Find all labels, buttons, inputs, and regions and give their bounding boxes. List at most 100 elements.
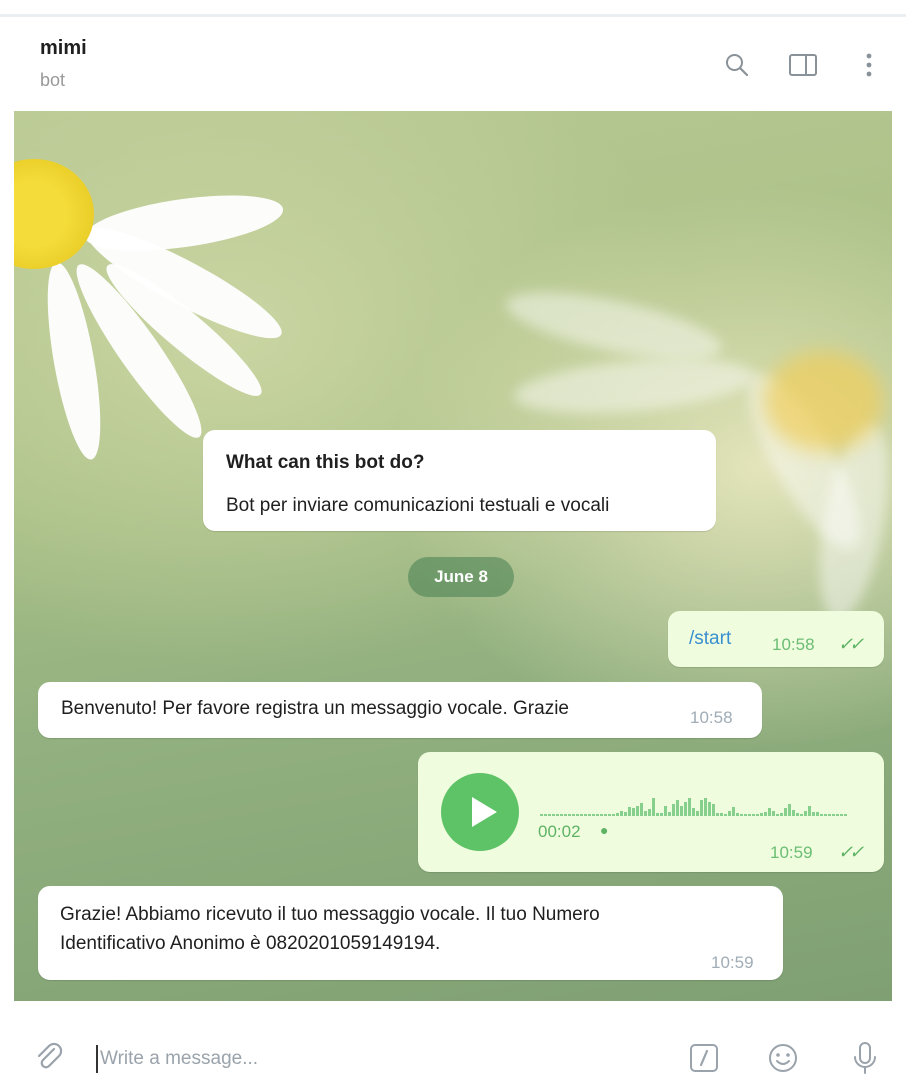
waveform-bar: [640, 803, 643, 816]
chat-subtitle: bot: [40, 70, 66, 90]
message-time: 10:59: [770, 843, 813, 862]
waveform-bar: [748, 814, 751, 816]
waveform-bar: [588, 814, 591, 816]
waveform-bar: [796, 813, 799, 816]
date-separator: June 8: [408, 557, 514, 597]
waveform-bar: [596, 814, 599, 816]
search-icon[interactable]: [722, 50, 752, 80]
waveform-bar: [584, 814, 587, 816]
waveform-bar: [760, 813, 763, 816]
message-text: Benvenuto! Per favore registra un messag…: [61, 698, 569, 719]
message-text-line: Grazie! Abbiamo ricevuto il tuo messaggi…: [60, 904, 600, 925]
bot-intro-card: What can this bot do? Bot per inviare co…: [203, 430, 716, 531]
waveform-bar: [692, 808, 695, 816]
waveform-bar: [704, 798, 707, 816]
waveform-bar: [772, 811, 775, 816]
waveform-bar: [712, 804, 715, 816]
read-checks-icon: ✓✓: [838, 634, 864, 654]
waveform-bar: [780, 813, 783, 816]
waveform-bar: [644, 811, 647, 816]
message-time: 10:58: [772, 635, 815, 654]
waveform-bar: [764, 812, 767, 816]
message-out[interactable]: /start 10:58 ✓✓: [668, 611, 884, 667]
play-button[interactable]: [441, 773, 519, 851]
waveform-bar: [844, 814, 847, 816]
waveform-bar: [632, 808, 635, 816]
waveform-bar: [612, 814, 615, 816]
waveform-bar: [820, 814, 823, 816]
waveform-bar: [744, 814, 747, 816]
waveform-bar: [600, 814, 603, 816]
message-in[interactable]: Benvenuto! Per favore registra un messag…: [38, 682, 762, 738]
waveform-bar: [836, 814, 839, 816]
waveform-bar: [812, 812, 815, 816]
play-icon: [472, 797, 497, 827]
waveform-bar: [628, 807, 631, 816]
waveform-bar: [676, 800, 679, 816]
waveform-bar: [732, 807, 735, 816]
waveform-bar: [716, 813, 719, 816]
waveform-bar: [652, 798, 655, 816]
waveform-bar: [696, 811, 699, 816]
waveform-bar: [840, 814, 843, 816]
waveform-bar: [656, 813, 659, 816]
paperclip-icon[interactable]: [32, 1040, 66, 1079]
blurred-petal: [512, 350, 756, 422]
waveform-bar: [824, 814, 827, 816]
waveform-bar: [804, 811, 807, 816]
waveform-bar: [576, 814, 579, 816]
waveform-bar: [572, 814, 575, 816]
waveform-bar: [700, 800, 703, 816]
waveform-bar: [580, 814, 583, 816]
waveform-bar: [684, 802, 687, 816]
waveform-bar: [540, 814, 543, 816]
waveform-bar: [728, 811, 731, 816]
unplayed-dot-icon: ●: [600, 822, 609, 838]
waveform-bar: [736, 813, 739, 816]
command-link[interactable]: /start: [689, 628, 731, 650]
waveform-bar: [828, 814, 831, 816]
waveform-bar: [604, 814, 607, 816]
voice-waveform[interactable]: [540, 786, 860, 816]
microphone-icon[interactable]: [850, 1040, 880, 1081]
chat-title[interactable]: mimi: [40, 37, 87, 60]
waveform-bar: [788, 804, 791, 816]
waveform-bar: [592, 814, 595, 816]
slash-command-icon[interactable]: [688, 1042, 720, 1079]
waveform-bar: [752, 814, 755, 816]
voice-duration: 00:02: [538, 822, 581, 841]
waveform-bar: [544, 814, 547, 816]
waveform-bar: [740, 814, 743, 816]
waveform-bar: [832, 814, 835, 816]
read-checks-icon: ✓✓: [838, 842, 864, 862]
waveform-bar: [708, 802, 711, 816]
message-text-line: Identificativo Anonimo è 082020105914919…: [60, 933, 441, 954]
waveform-bar: [616, 813, 619, 816]
blurred-daisy-center: [764, 351, 884, 451]
waveform-bar: [552, 814, 555, 816]
intro-heading: What can this bot do?: [226, 452, 425, 473]
waveform-bar: [768, 808, 771, 816]
waveform-bar: [680, 806, 683, 816]
waveform-bar: [664, 806, 667, 816]
waveform-bar: [648, 809, 651, 816]
waveform-bar: [660, 813, 663, 816]
waveform-bar: [672, 804, 675, 816]
sidebar-toggle-icon[interactable]: [788, 50, 818, 80]
waveform-bar: [688, 798, 691, 816]
waveform-bar: [564, 814, 567, 816]
waveform-bar: [636, 806, 639, 816]
waveform-bar: [724, 814, 727, 816]
waveform-bar: [608, 814, 611, 816]
waveform-bar: [756, 814, 759, 816]
message-in[interactable]: Grazie! Abbiamo ricevuto il tuo messaggi…: [38, 886, 783, 980]
waveform-bar: [808, 806, 811, 816]
waveform-bar: [624, 812, 627, 816]
waveform-bar: [668, 812, 671, 816]
emoji-icon[interactable]: [766, 1041, 800, 1080]
intro-description: Bot per inviare comunicazioni testuali e…: [226, 495, 610, 516]
waveform-bar: [776, 814, 779, 816]
more-vertical-icon[interactable]: [854, 50, 884, 80]
waveform-bar: [620, 811, 623, 816]
message-input[interactable]: [96, 1045, 660, 1073]
